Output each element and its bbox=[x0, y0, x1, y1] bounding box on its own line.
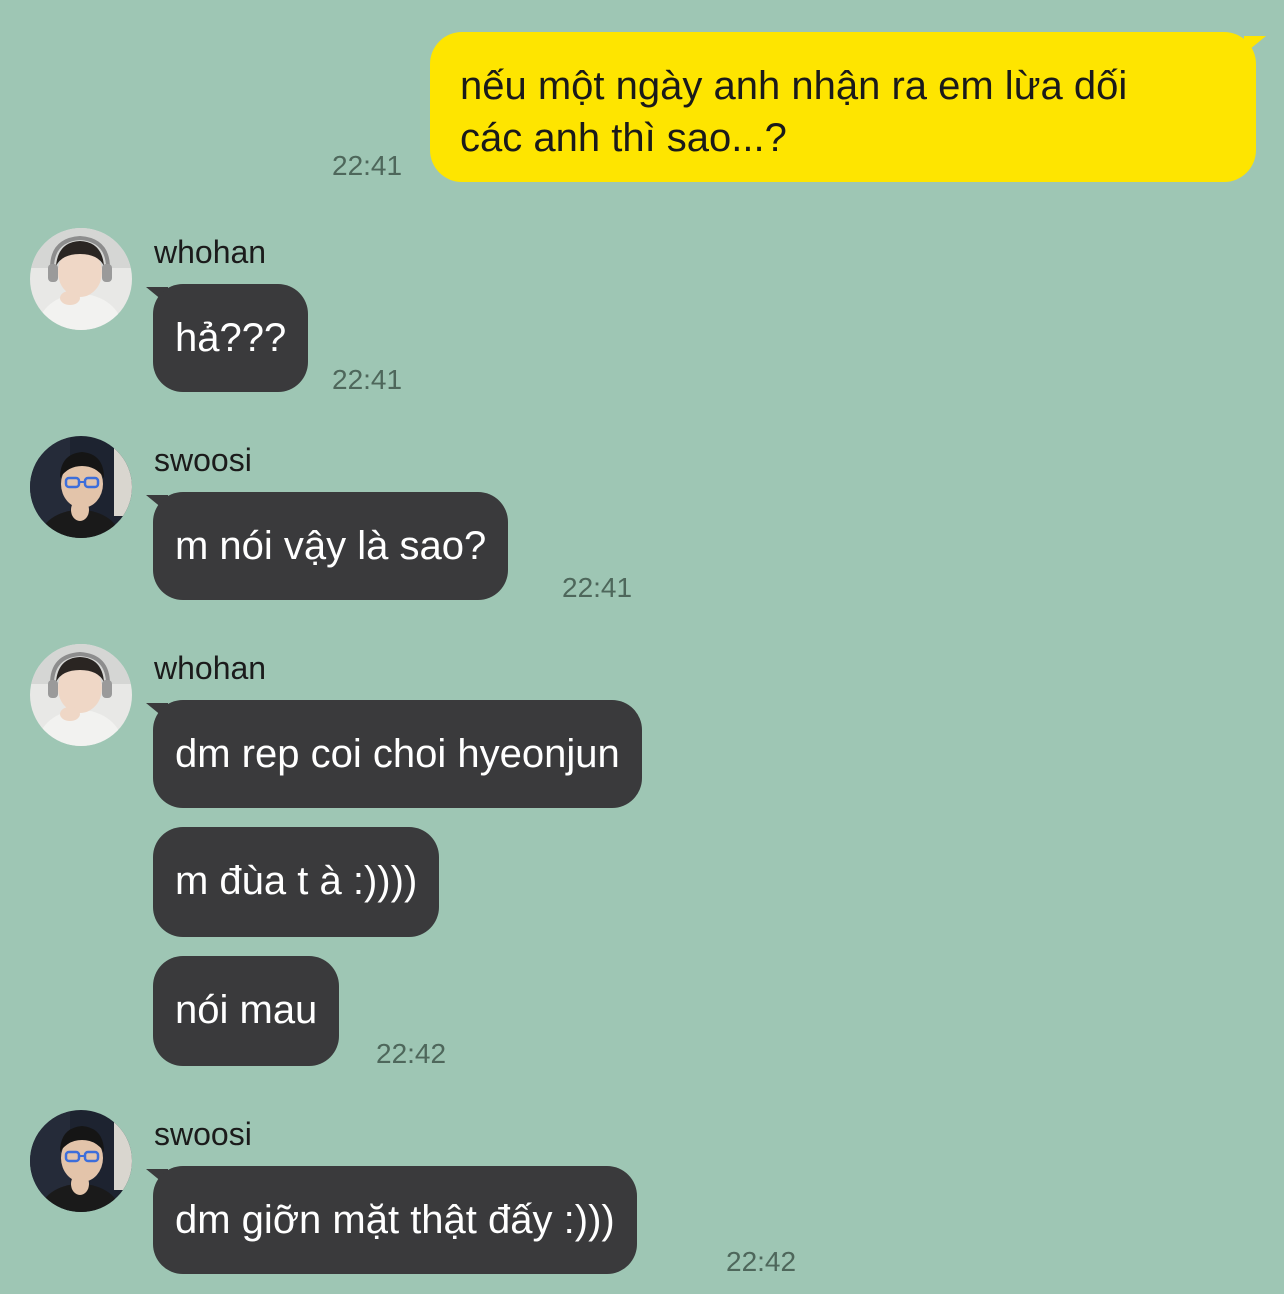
user-avatar-glasses-icon[interactable] bbox=[30, 1110, 132, 1212]
sender-name: swoosi bbox=[154, 1116, 252, 1152]
message-text: dm rep coi choi hyeonjun bbox=[175, 732, 620, 776]
sender-name: whohan bbox=[154, 650, 267, 686]
message-text: m đùa t à :)))) bbox=[175, 859, 418, 903]
message-timestamp: 22:42 bbox=[376, 1038, 447, 1069]
incoming-message-bubble[interactable]: hả??? bbox=[153, 284, 309, 392]
bubble-tail bbox=[1244, 36, 1266, 54]
message-text: m nói vậy là sao? bbox=[175, 524, 487, 568]
sender-name: swoosi bbox=[154, 442, 252, 478]
message-text: dm giỡn mặt thật đấy :))) bbox=[175, 1198, 615, 1242]
incoming-message-bubble[interactable]: dm giỡn mặt thật đấy :))) bbox=[153, 1166, 637, 1274]
message-text-line: nếu một ngày anh nhận ra em lừa dối bbox=[460, 64, 1128, 108]
incoming-message-bubble[interactable]: m đùa t à :)))) bbox=[153, 827, 440, 937]
message-text: hả??? bbox=[175, 316, 287, 360]
incoming-message-bubble[interactable]: nói mau bbox=[153, 956, 340, 1066]
message-timestamp: 22:41 bbox=[562, 572, 633, 603]
incoming-message-bubble[interactable]: m nói vậy là sao? bbox=[153, 492, 509, 600]
message-timestamp: 22:41 bbox=[332, 150, 403, 181]
message-timestamp: 22:42 bbox=[726, 1246, 797, 1277]
user-avatar-glasses-icon[interactable] bbox=[30, 436, 132, 538]
user-avatar-headset-icon[interactable] bbox=[30, 228, 132, 330]
incoming-message-bubble[interactable]: dm rep coi choi hyeonjun bbox=[153, 700, 642, 808]
message-text-line: các anh thì sao...? bbox=[460, 116, 787, 160]
message-text: nói mau bbox=[175, 988, 318, 1032]
outgoing-message-bubble[interactable]: nếu một ngày anh nhận ra em lừa dối các … bbox=[430, 32, 1256, 182]
message-timestamp: 22:41 bbox=[332, 364, 403, 395]
user-avatar-headset-icon[interactable] bbox=[30, 644, 132, 746]
sender-name: whohan bbox=[154, 234, 267, 270]
